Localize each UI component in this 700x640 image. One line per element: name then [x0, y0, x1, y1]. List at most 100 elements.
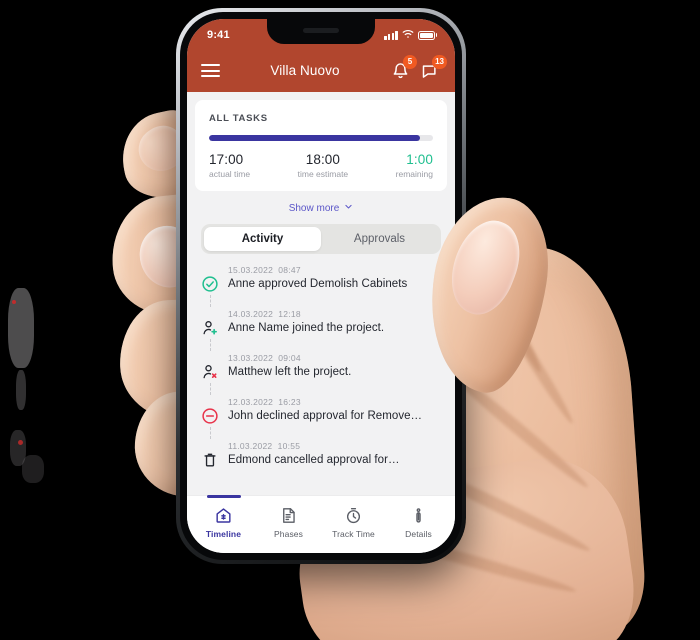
list-item-date: 15.03.2022 — [228, 265, 274, 275]
remaining-time-label: remaining — [395, 169, 433, 179]
list-item-timestamp: 14.03.2022 12:18 — [228, 309, 441, 319]
notifications-badge: 5 — [403, 55, 417, 69]
trash-icon — [201, 451, 219, 469]
status-bar-indicators — [384, 29, 437, 42]
nav-label-track-time: Track Time — [332, 529, 375, 539]
timeline-connector — [209, 295, 211, 307]
artifact-speck — [18, 440, 23, 445]
list-item-timestamp: 12.03.2022 16:23 — [228, 397, 441, 407]
list-item-timestamp: 13.03.2022 09:04 — [228, 353, 441, 363]
document-list-icon — [279, 506, 298, 525]
timeline-rail — [201, 265, 219, 309]
list-item-text: John declined approval for Remove… — [228, 410, 423, 422]
list-item-body: 14.03.2022 12:18 Anne Name joined the pr… — [228, 309, 441, 353]
hamburger-menu-icon[interactable] — [201, 64, 220, 77]
app-bar: Villa Nuovo 5 13 — [187, 49, 455, 92]
phone-device: 9:41 Villa Nuovo 5 13 ALL TASKS 17:00 ac… — [176, 8, 466, 564]
stopwatch-icon — [344, 506, 363, 525]
chevron-down-icon — [344, 202, 353, 214]
battery-icon — [417, 30, 437, 40]
home-timeline-icon — [214, 506, 233, 525]
timeline-connector — [209, 339, 211, 351]
signal-bars-icon — [384, 30, 398, 40]
artifact-speck — [16, 370, 26, 410]
check-circle-icon — [201, 275, 219, 293]
nav-item-details[interactable]: Details — [386, 496, 451, 539]
phone-bezel: 9:41 Villa Nuovo 5 13 ALL TASKS 17:00 ac… — [180, 12, 462, 560]
list-item-text: Edmond cancelled approval for… — [228, 454, 400, 466]
artifact-speck — [22, 455, 44, 483]
nav-label-timeline: Timeline — [205, 529, 242, 539]
time-summary-row: 17:00 actual time 18:00 time estimate 1:… — [209, 152, 433, 179]
artifact-speck — [12, 300, 16, 304]
main-content: ALL TASKS 17:00 actual time 18:00 time e… — [187, 92, 455, 495]
messages-badge: 13 — [432, 55, 447, 69]
list-item-time: 16:23 — [278, 397, 301, 407]
time-estimate-value: 18:00 — [305, 152, 341, 167]
list-item-body: 12.03.2022 16:23 John declined approval … — [228, 397, 441, 441]
minus-circle-icon — [201, 407, 219, 425]
list-item-time: 10:55 — [277, 441, 301, 451]
notifications-button[interactable]: 5 — [390, 55, 417, 81]
list-item-body: 15.03.2022 08:47 Anne approved Demolish … — [228, 265, 441, 309]
tab-activity[interactable]: Activity — [204, 227, 321, 251]
nav-item-timeline[interactable]: Timeline — [191, 496, 256, 539]
timeline-connector — [209, 427, 211, 439]
timeline-rail — [201, 309, 219, 353]
list-item-body: 13.03.2022 09:04 Matthew left the projec… — [228, 353, 441, 397]
list-item-time: 08:47 — [278, 265, 301, 275]
all-tasks-card: ALL TASKS 17:00 actual time 18:00 time e… — [195, 100, 447, 191]
list-item-date: 11.03.2022 — [228, 441, 273, 451]
app-bar-actions: 5 13 — [390, 55, 447, 81]
messages-button[interactable]: 13 — [420, 55, 447, 81]
list-item-timestamp: 11.03.2022 10:55 — [228, 441, 441, 451]
list-item[interactable]: 14.03.2022 12:18 Anne Name joined the pr… — [201, 309, 441, 353]
status-bar-time: 9:41 — [207, 29, 230, 41]
list-item-date: 12.03.2022 — [228, 397, 274, 407]
nav-item-phases[interactable]: Phases — [256, 496, 321, 539]
nav-label-details: Details — [405, 529, 432, 539]
info-pin-icon — [409, 506, 428, 525]
progress-bar-track — [209, 135, 433, 141]
nav-item-track-time[interactable]: Track Time — [321, 496, 386, 539]
list-item-body: 11.03.2022 10:55 Edmond cancelled approv… — [228, 441, 441, 469]
artifact-speck — [8, 288, 34, 368]
timeline-connector — [209, 383, 211, 395]
show-more-button[interactable]: Show more — [187, 191, 455, 224]
progress-bar-fill — [209, 135, 420, 141]
list-item-timestamp: 15.03.2022 08:47 — [228, 265, 441, 275]
list-item-text: Matthew left the project. — [228, 366, 352, 378]
nav-label-phases: Phases — [274, 529, 303, 539]
activity-list: 15.03.2022 08:47 Anne approved Demolish … — [187, 254, 455, 495]
actual-time-value: 17:00 — [209, 152, 244, 167]
wifi-icon — [402, 29, 414, 42]
segmented-tabs: Activity Approvals — [201, 224, 441, 254]
list-item-time: 12:18 — [278, 309, 301, 319]
phone-screen: 9:41 Villa Nuovo 5 13 ALL TASKS 17:00 ac… — [187, 19, 455, 553]
timeline-rail — [201, 353, 219, 397]
remaining-time-value: 1:00 — [406, 152, 433, 167]
notch — [267, 19, 375, 44]
show-more-label: Show more — [288, 202, 340, 214]
tab-approvals[interactable]: Approvals — [321, 227, 438, 251]
timeline-rail — [201, 441, 219, 469]
palm-crease — [482, 284, 578, 427]
time-estimate-label: time estimate — [297, 169, 349, 179]
time-estimate-stat: 18:00 time estimate — [298, 152, 349, 179]
list-item[interactable]: 13.03.2022 09:04 Matthew left the projec… — [201, 353, 441, 397]
list-item-text: Anne approved Demolish Cabinets — [228, 278, 408, 290]
scene: 9:41 Villa Nuovo 5 13 ALL TASKS 17:00 ac… — [0, 0, 700, 640]
list-item-date: 14.03.2022 — [228, 309, 274, 319]
list-item[interactable]: 15.03.2022 08:47 Anne approved Demolish … — [201, 265, 441, 309]
palm-crease — [464, 236, 546, 376]
bottom-navigation: Timeline Phases Track Time Details — [187, 495, 455, 553]
actual-time-stat: 17:00 actual time — [209, 152, 250, 179]
list-item-text: Anne Name joined the project. — [228, 322, 385, 334]
artifact-speck — [10, 430, 26, 466]
all-tasks-title: ALL TASKS — [209, 113, 268, 124]
list-item[interactable]: 11.03.2022 10:55 Edmond cancelled approv… — [201, 441, 441, 469]
earpiece-speaker — [303, 28, 339, 33]
timeline-rail — [201, 397, 219, 441]
list-item[interactable]: 12.03.2022 16:23 John declined approval … — [201, 397, 441, 441]
person-remove-icon — [201, 363, 219, 381]
